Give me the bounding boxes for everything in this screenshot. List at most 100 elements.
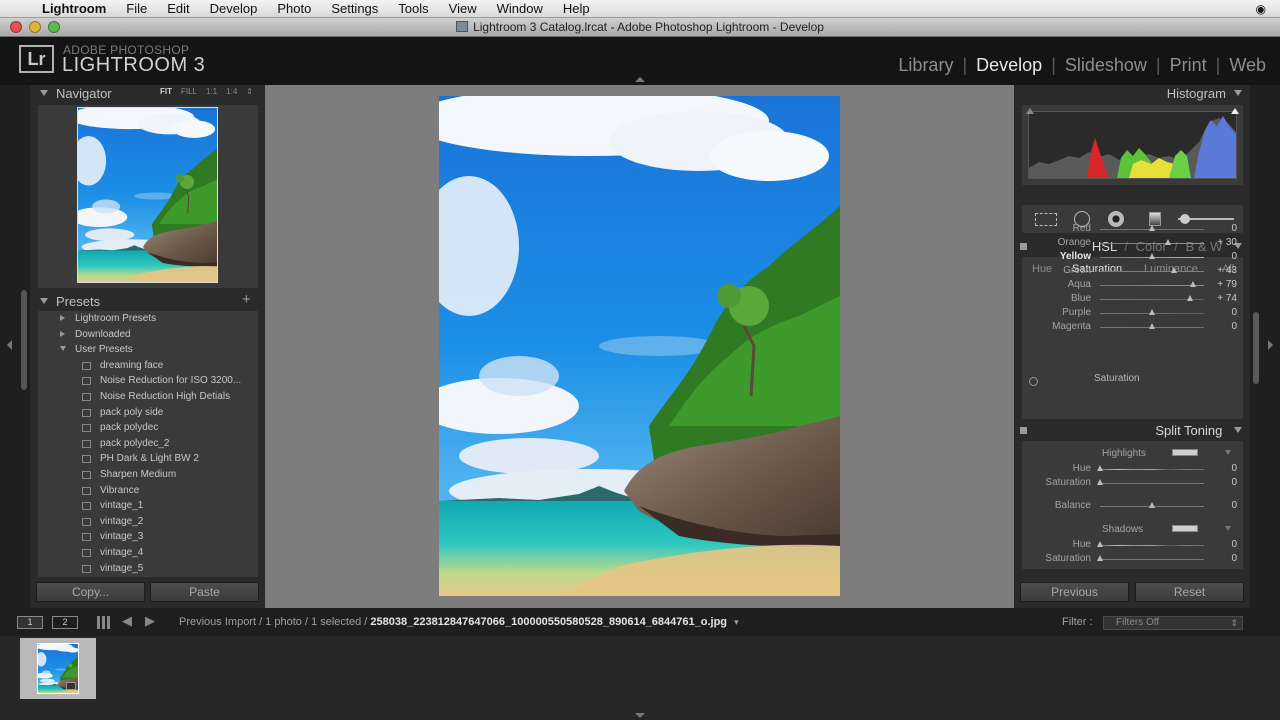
presets-header[interactable]: Presets <box>40 294 100 310</box>
menu-app[interactable]: Lightroom <box>40 0 116 18</box>
image-canvas[interactable] <box>265 85 1014 608</box>
preset-folder-user[interactable]: User Presets <box>38 342 258 358</box>
slider-thumb[interactable] <box>1187 295 1194 301</box>
back-arrow-icon[interactable]: ◀ <box>122 613 132 629</box>
preset-item[interactable]: vintage_5 <box>38 561 258 577</box>
hsl-slider-yellow[interactable]: Yellow 0 <box>1022 250 1243 264</box>
hsl-slider-aqua[interactable]: Aqua + 79 <box>1022 278 1243 292</box>
panel-switch-icon[interactable] <box>1020 427 1027 434</box>
grid-view-icon[interactable] <box>97 616 111 629</box>
forward-arrow-icon[interactable]: ▶ <box>145 613 155 629</box>
menu-tools[interactable]: Tools <box>388 0 438 18</box>
module-print[interactable]: Print <box>1170 55 1207 76</box>
split-highlights-saturation[interactable]: Saturation 0 <box>1022 476 1243 490</box>
module-library[interactable]: Library <box>898 55 953 76</box>
collapse-triangle-icon[interactable] <box>40 298 48 304</box>
filter-dropdown-icon[interactable]: ⇕ <box>1230 617 1238 629</box>
secondary-window-button[interactable]: 2 <box>52 616 78 629</box>
hsl-slider-purple[interactable]: Purple 0 <box>1022 306 1243 320</box>
slider-thumb[interactable] <box>1190 281 1197 287</box>
shadow-clipping-indicator[interactable] <box>1026 108 1034 114</box>
navigator-header[interactable]: Navigator <box>40 86 112 102</box>
slider-thumb[interactable] <box>1097 465 1103 471</box>
preset-item[interactable]: dreaming face <box>38 358 258 374</box>
collapse-triangle-icon[interactable] <box>40 90 48 96</box>
split-shadows-saturation[interactable]: Saturation 0 <box>1022 552 1243 566</box>
hsl-slider-magenta[interactable]: Magenta 0 <box>1022 320 1243 334</box>
hsl-slider-blue[interactable]: Blue + 74 <box>1022 292 1243 306</box>
previous-button[interactable]: Previous <box>1020 582 1129 602</box>
preset-item[interactable]: Vibrance <box>38 483 258 499</box>
slider-thumb[interactable] <box>1164 239 1171 245</box>
preset-item[interactable]: pack poly side <box>38 405 258 421</box>
slider-thumb[interactable] <box>1149 502 1155 508</box>
menu-settings[interactable]: Settings <box>321 0 388 18</box>
menu-file[interactable]: File <box>116 0 157 18</box>
slider-thumb[interactable] <box>1171 267 1178 273</box>
hsl-slider-orange[interactable]: Orange + 30 <box>1022 236 1243 250</box>
zoom-1-4[interactable]: 1:4 <box>226 87 237 96</box>
highlights-expand-icon[interactable] <box>1225 450 1231 455</box>
preset-item[interactable]: vintage_4 <box>38 545 258 561</box>
slider-thumb[interactable] <box>1149 309 1155 315</box>
preset-item[interactable]: PH Dark & Light BW 2 <box>38 451 258 467</box>
main-window-button[interactable]: 1 <box>17 616 43 629</box>
menu-view[interactable]: View <box>439 0 487 18</box>
zoom-fill[interactable]: FILL <box>181 87 197 96</box>
module-web[interactable]: Web <box>1229 55 1266 76</box>
preset-item[interactable]: vintage_3 <box>38 529 258 545</box>
main-photo[interactable] <box>439 96 840 596</box>
collapse-triangle-icon[interactable] <box>1234 90 1242 96</box>
slider-thumb[interactable] <box>1097 555 1103 561</box>
histogram[interactable] <box>1022 105 1243 185</box>
split-shadows-hue[interactable]: Hue 0 <box>1022 538 1243 552</box>
collapse-triangle-icon[interactable] <box>60 346 66 352</box>
filmstrip-thumbnail-cell[interactable] <box>20 638 96 699</box>
filter-select[interactable]: Filters Off ⇕ <box>1103 616 1243 630</box>
menu-photo[interactable]: Photo <box>267 0 321 18</box>
zoom-1-1[interactable]: 1:1 <box>206 87 217 96</box>
slider-thumb[interactable] <box>1149 225 1155 231</box>
left-panel-scrollbar[interactable] <box>21 290 27 390</box>
target-adjustment-icon[interactable] <box>1029 377 1038 386</box>
collapse-top-panel-icon[interactable] <box>635 77 645 82</box>
split-toning-header[interactable]: Split Toning <box>1014 423 1250 439</box>
shadows-color-swatch[interactable] <box>1172 525 1198 532</box>
histogram-header[interactable]: Histogram <box>1167 86 1242 102</box>
source-menu-icon[interactable]: ▾ <box>734 617 739 627</box>
collapse-left-panel-icon[interactable] <box>7 340 12 350</box>
slider-thumb[interactable] <box>1149 323 1155 329</box>
highlights-color-swatch[interactable] <box>1172 449 1198 456</box>
preset-folder-lightroom[interactable]: Lightroom Presets <box>38 311 258 327</box>
paste-button[interactable]: Paste <box>150 582 259 602</box>
shadows-expand-icon[interactable] <box>1225 526 1231 531</box>
zoom-fit[interactable]: FIT <box>160 87 172 96</box>
zoom-menu-icon[interactable]: ⇕ <box>246 87 253 96</box>
split-balance[interactable]: Balance 0 <box>1022 499 1243 513</box>
highlight-clipping-indicator[interactable] <box>1231 108 1239 114</box>
spotlight-icon[interactable]: ◉ <box>1256 2 1266 16</box>
preset-item[interactable]: Noise Reduction High Detials <box>38 389 258 405</box>
slider-thumb[interactable] <box>1097 541 1103 547</box>
module-develop[interactable]: Develop <box>976 55 1042 76</box>
collapse-filmstrip-icon[interactable] <box>635 713 645 718</box>
menu-develop[interactable]: Develop <box>200 0 268 18</box>
collapse-triangle-icon[interactable] <box>1234 427 1242 433</box>
menu-help[interactable]: Help <box>553 0 600 18</box>
add-preset-button[interactable]: + <box>242 291 251 308</box>
slider-thumb[interactable] <box>1097 479 1103 485</box>
preset-item[interactable]: pack polydec <box>38 420 258 436</box>
filmstrip-source[interactable]: Previous Import / 1 photo / 1 selected /… <box>179 616 739 628</box>
preset-item[interactable]: Sharpen Medium <box>38 467 258 483</box>
right-panel-scrollbar[interactable] <box>1253 312 1259 384</box>
navigator-thumbnail[interactable] <box>77 107 218 283</box>
reset-button[interactable]: Reset <box>1135 582 1244 602</box>
collapse-right-panel-icon[interactable] <box>1268 340 1273 350</box>
copy-button[interactable]: Copy... <box>36 582 145 602</box>
split-highlights-hue[interactable]: Hue 0 <box>1022 462 1243 476</box>
preset-item[interactable]: vintage_2 <box>38 514 258 530</box>
slider-thumb[interactable] <box>1149 253 1155 259</box>
hsl-slider-green[interactable]: Green + 43 <box>1022 264 1243 278</box>
menu-edit[interactable]: Edit <box>157 0 199 18</box>
preset-item[interactable]: vintage_1 <box>38 498 258 514</box>
